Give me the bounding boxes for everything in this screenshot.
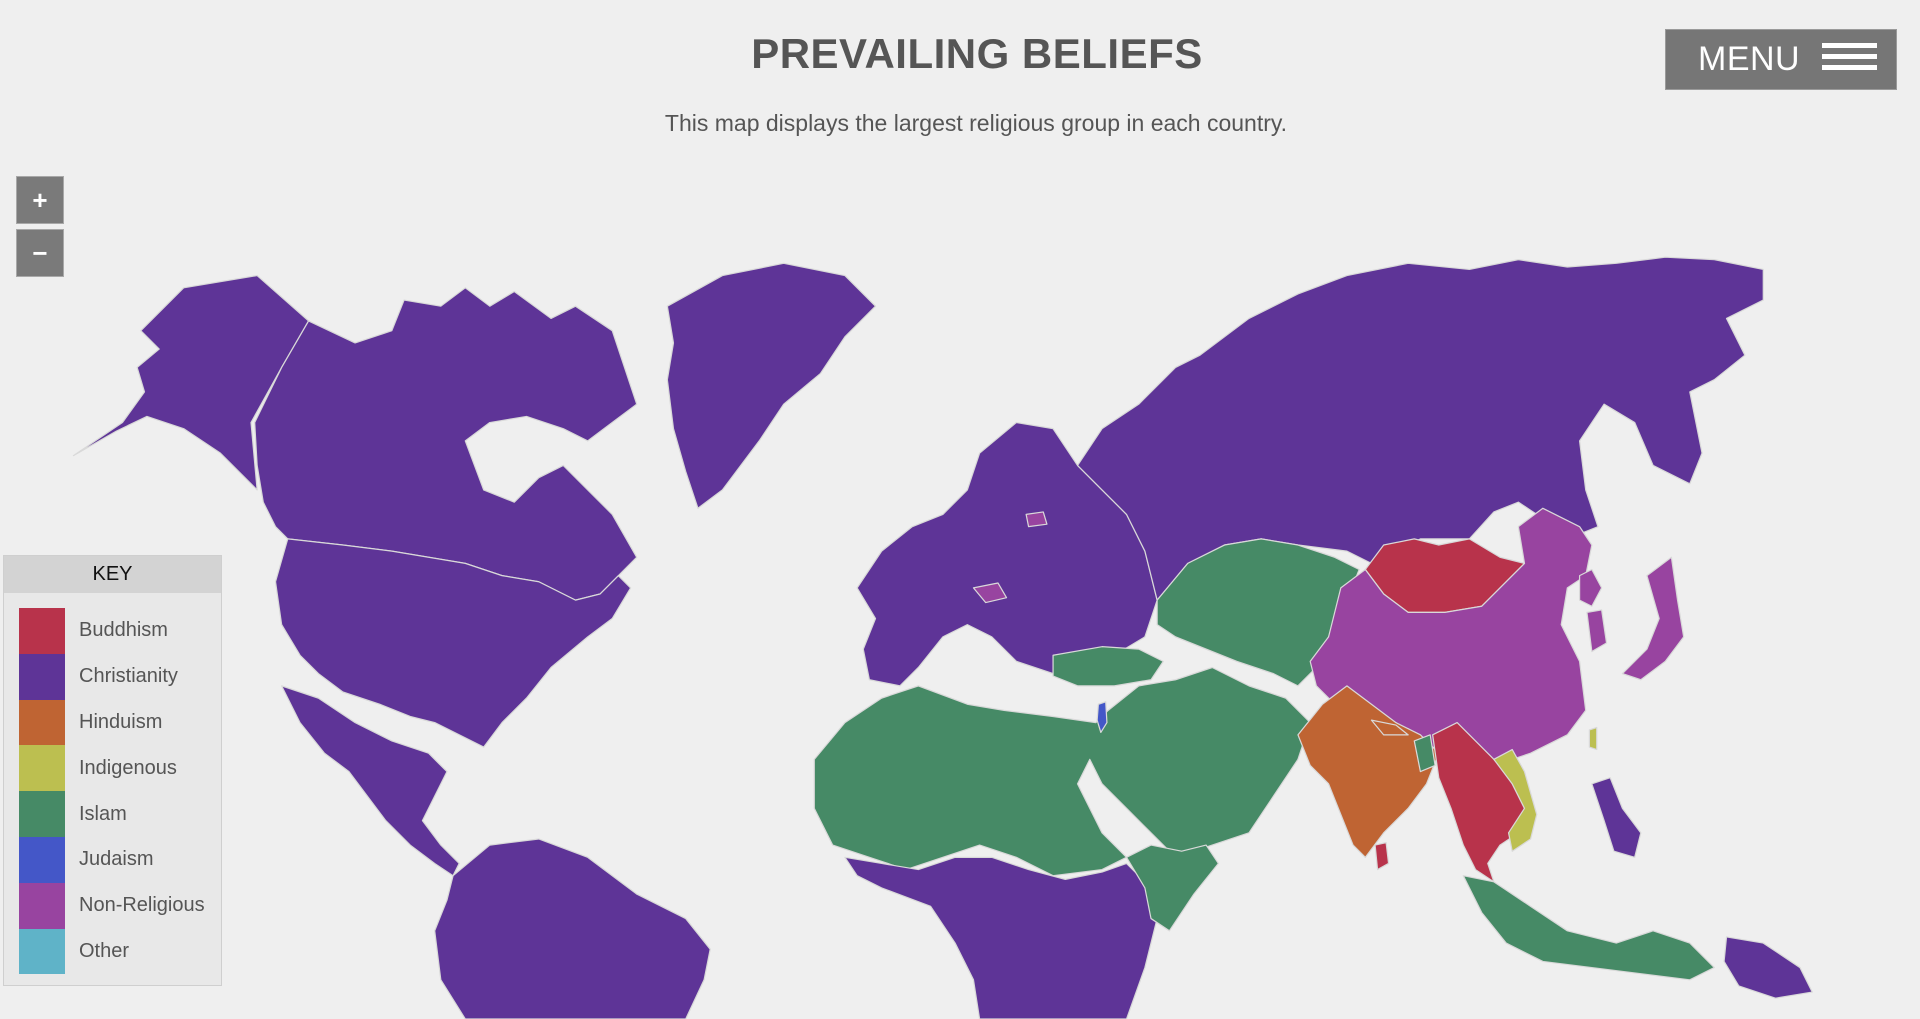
zoom-in-button[interactable]: +	[16, 176, 64, 224]
legend-swatch	[19, 836, 65, 883]
country-papua-new-guinea[interactable]	[1723, 936, 1813, 999]
legend-item-buddhism: Buddhism	[19, 608, 205, 654]
page-subtitle: This map displays the largest religious …	[664, 110, 1288, 136]
legend-swatch	[19, 653, 65, 700]
legend-list: Buddhism Christianity Hinduism Indigenou…	[19, 608, 205, 975]
legend-label: Judaism	[79, 848, 154, 871]
zoom-out-button[interactable]: −	[16, 229, 64, 277]
country-north-korea[interactable]	[1578, 568, 1603, 607]
menu-label: MENU	[1698, 40, 1801, 78]
country-indonesia-malaysia[interactable]	[1462, 875, 1715, 981]
country-greenland[interactable]	[666, 262, 877, 509]
hamburger-icon	[1822, 43, 1877, 76]
legend-swatch	[19, 745, 65, 792]
country-south-korea[interactable]	[1586, 609, 1608, 653]
legend-item-christianity: Christianity	[19, 653, 205, 700]
legend-item-islam: Islam	[19, 791, 205, 837]
legend-swatch	[19, 882, 65, 929]
map-legend: KEY Buddhism Christianity Hinduism Indig…	[3, 555, 222, 986]
page-title: PREVAILING BELIEFS	[751, 30, 1203, 77]
legend-label: Indigenous	[79, 756, 177, 779]
legend-item-other: Other	[19, 928, 205, 975]
country-philippines[interactable]	[1591, 777, 1642, 858]
country-turkey[interactable]	[1052, 646, 1164, 687]
legend-label: Buddhism	[79, 619, 168, 642]
legend-item-hinduism: Hinduism	[19, 699, 205, 746]
legend-label: Islam	[79, 802, 127, 825]
country-estonia[interactable]	[1025, 511, 1048, 528]
legend-title: KEY	[4, 556, 221, 593]
legend-label: Non-Religious	[79, 894, 205, 917]
menu-button[interactable]: MENU	[1665, 29, 1897, 90]
country-sri-lanka[interactable]	[1374, 842, 1390, 871]
legend-label: Other	[79, 939, 130, 962]
legend-swatch	[19, 928, 65, 975]
legend-swatch	[19, 699, 65, 746]
legend-swatch	[19, 791, 65, 837]
country-sub-saharan-africa[interactable]	[844, 856, 1158, 1019]
legend-item-non-religious: Non-Religious	[19, 882, 205, 929]
legend-label: Christianity	[79, 665, 178, 688]
country-japan[interactable]	[1621, 556, 1685, 681]
country-south-america[interactable]	[434, 838, 711, 1019]
legend-item-indigenous: Indigenous	[19, 745, 205, 792]
country-north-africa-middle-east[interactable]	[813, 666, 1311, 877]
legend-label: Hinduism	[79, 710, 163, 733]
legend-item-judaism: Judaism	[19, 836, 205, 883]
country-taiwan[interactable]	[1588, 726, 1598, 751]
world-map[interactable]	[0, 0, 1920, 1019]
legend-swatch	[19, 608, 65, 654]
